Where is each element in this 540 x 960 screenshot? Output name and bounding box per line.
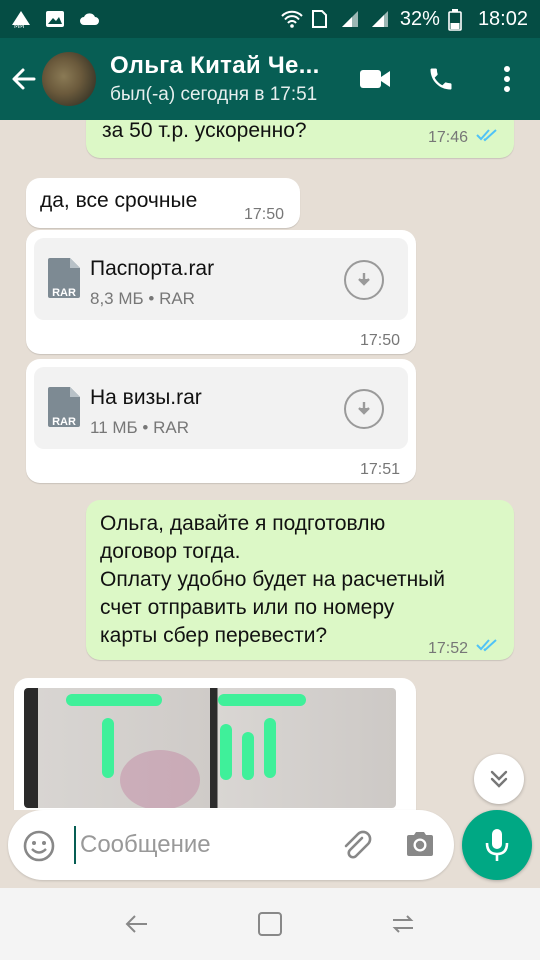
message-line: Оплату удобно будет на расчетный [100, 568, 445, 591]
signal-icon-2 [370, 9, 392, 29]
file-type-label: RAR [52, 287, 76, 299]
redaction-mark [264, 718, 276, 778]
system-navigation-bar [0, 888, 540, 960]
nav-recents-icon [392, 915, 414, 933]
menu-button[interactable] [474, 49, 540, 109]
nav-back-button[interactable] [107, 894, 167, 954]
download-button[interactable] [344, 389, 384, 429]
battery-icon [448, 9, 470, 31]
message-line: договор тогда. [100, 540, 241, 563]
message-bubble-incoming[interactable]: да, все срочные 17:50 [26, 178, 300, 228]
download-icon [358, 273, 370, 286]
video-call-button[interactable] [342, 49, 408, 109]
composer [8, 810, 454, 880]
message-line: счет отправить или по номеру [100, 596, 395, 619]
contact-avatar[interactable] [42, 52, 96, 106]
message-time: 17:46 [428, 129, 469, 146]
emoji-button[interactable] [22, 829, 56, 868]
file-message[interactable]: RAR Паспорта.rar 8,3 МБ • RAR 17:50 [26, 230, 416, 354]
read-ticks-icon [476, 639, 497, 652]
nav-back-icon [125, 915, 147, 933]
file-name: Паспорта.rar [90, 257, 215, 280]
phone-icon [430, 68, 452, 90]
photo-stamp [120, 750, 200, 808]
nav-home-icon [257, 912, 282, 936]
voice-record-button[interactable] [462, 810, 532, 880]
redaction-mark [220, 724, 232, 780]
message-bubble-outgoing[interactable]: Ольга, давайте я подготовлю договор тогд… [86, 500, 514, 660]
message-time: 17:50 [360, 332, 401, 349]
battery-percent: 32% [399, 7, 440, 30]
clock: 18:02 [477, 7, 528, 30]
double-chevron-down-icon [490, 770, 508, 788]
redaction-mark [242, 732, 254, 780]
download-icon [358, 402, 370, 415]
download-button[interactable] [344, 260, 384, 300]
redaction-mark [102, 718, 114, 778]
voice-call-button[interactable] [408, 49, 474, 109]
gallery-icon [44, 9, 66, 29]
paperclip-icon [344, 830, 372, 859]
scroll-to-bottom-button[interactable] [474, 754, 524, 804]
message-time: 17:50 [244, 206, 285, 223]
photo-thumbnail[interactable] [24, 688, 396, 808]
read-ticks-icon [476, 129, 497, 142]
message-text: Ольга, давайте я подготовлю договор тогд… [100, 510, 445, 650]
more-vertical-icon [504, 66, 510, 92]
message-line: карты сбер перевести? [100, 624, 328, 647]
svg-text:MM: MM [14, 23, 24, 29]
message-time: 17:52 [428, 640, 469, 657]
file-card[interactable]: RAR На визы.rar 11 МБ • RAR [34, 367, 408, 449]
nav-home-button[interactable] [240, 894, 300, 954]
back-button[interactable] [4, 49, 44, 109]
message-input[interactable] [74, 826, 314, 864]
microphone-icon [485, 829, 509, 861]
file-name: На визы.rar [90, 386, 202, 409]
file-message[interactable]: RAR На визы.rar 11 МБ • RAR 17:51 [26, 359, 416, 483]
attach-button[interactable] [338, 828, 374, 869]
wifi-icon [280, 9, 303, 29]
message-text: за 50 т.р. ускоренно? [102, 120, 307, 142]
cloud-icon [78, 9, 100, 29]
contact-name: Ольга Китай Че... [110, 52, 320, 79]
file-meta: 11 МБ • RAR [90, 418, 189, 437]
message-line: Ольга, давайте я подготовлю [100, 512, 386, 535]
redaction-mark [66, 694, 162, 706]
file-card[interactable]: RAR Паспорта.rar 8,3 МБ • RAR [34, 238, 408, 320]
image-message[interactable] [14, 678, 416, 810]
redaction-mark [218, 694, 306, 706]
video-camera-icon [360, 70, 390, 88]
status-bar: MM 32% 18:02 [0, 0, 540, 38]
message-text: да, все срочные [40, 189, 198, 212]
nav-recents-button[interactable] [373, 894, 433, 954]
smiley-icon [23, 830, 55, 862]
message-time: 17:51 [360, 461, 401, 478]
contact-info[interactable]: Ольга Китай Че... был(-а) сегодня в 17:5… [110, 52, 340, 106]
mm-notification-icon: MM [10, 9, 32, 30]
file-type-label: RAR [52, 416, 76, 428]
chat-header: Ольга Китай Че... был(-а) сегодня в 17:5… [0, 38, 540, 120]
camera-icon [407, 832, 433, 856]
camera-button[interactable] [404, 830, 436, 863]
arrow-left-icon [12, 68, 36, 90]
last-seen: был(-а) сегодня в 17:51 [110, 84, 318, 105]
sim-icon [310, 9, 332, 29]
file-meta: 8,3 МБ • RAR [90, 289, 195, 308]
signal-icon-1 [340, 9, 362, 29]
message-bubble-outgoing[interactable]: за 50 т.р. ускоренно? 17:46 [86, 120, 514, 158]
message-list[interactable]: за 50 т.р. ускоренно? 17:46 да, все сроч… [0, 120, 540, 810]
